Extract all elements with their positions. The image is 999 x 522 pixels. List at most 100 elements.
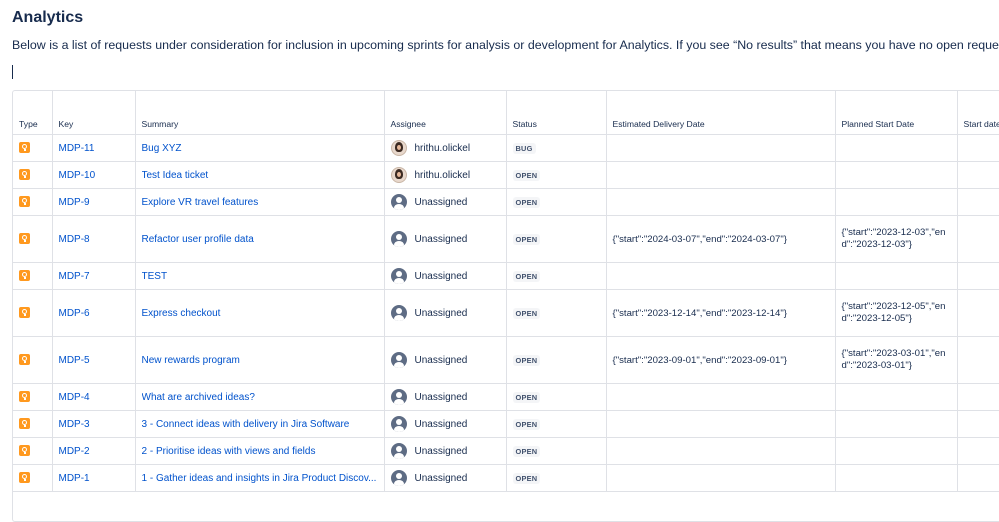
type-cell xyxy=(13,410,53,438)
table-row[interactable]: MDP-6 Express checkout Unassigned OPEN {"sta… xyxy=(13,289,999,337)
header-assignee[interactable]: Assignee xyxy=(384,91,507,135)
status-badge: OPEN xyxy=(512,418,541,430)
idea-lightbulb-icon[interactable] xyxy=(19,270,30,282)
issue-key-link[interactable]: MDP-1 xyxy=(59,473,129,484)
idea-lightbulb-icon[interactable] xyxy=(19,196,30,208)
summary-cell: Test Idea ticket xyxy=(135,161,385,189)
header-estimated-delivery-date[interactable]: Estimated Delivery Date xyxy=(606,91,836,135)
issue-summary-link[interactable]: Test Idea ticket xyxy=(142,170,378,181)
issue-key-link[interactable]: MDP-2 xyxy=(59,446,129,457)
status-badge: OPEN xyxy=(512,391,541,403)
assignee-name: hrithu.olickel xyxy=(414,169,471,181)
issue-summary-link[interactable]: Explore VR travel features xyxy=(142,197,378,208)
issue-summary-link[interactable]: Express checkout xyxy=(142,308,378,319)
status-badge: OPEN xyxy=(512,354,541,366)
planned-start-value: {"start":"2023-12-05","end":"2023-12-05"… xyxy=(841,300,946,325)
issue-key-link[interactable]: MDP-9 xyxy=(59,197,129,208)
idea-lightbulb-icon[interactable] xyxy=(19,391,30,403)
table-row[interactable]: MDP-4 What are archived ideas? Unassigned O… xyxy=(13,383,999,411)
assignee-name: Unassigned xyxy=(414,196,468,208)
idea-lightbulb-icon[interactable] xyxy=(19,169,30,181)
planned-start-cell xyxy=(835,464,958,492)
idea-lightbulb-icon[interactable] xyxy=(19,354,30,366)
assignee-name: Unassigned xyxy=(414,233,468,245)
avatar xyxy=(390,470,407,486)
table-row[interactable]: MDP-11 Bug XYZ hrithu.olickel BUG xyxy=(13,134,999,162)
idea-lightbulb-icon[interactable] xyxy=(19,445,30,457)
start-date-cell xyxy=(957,289,999,337)
table-row[interactable]: MDP-1 1 - Gather ideas and insights in Ji… xyxy=(13,464,999,492)
planned-start-cell xyxy=(835,188,958,216)
start-date-cell xyxy=(957,188,999,216)
issue-key-link[interactable]: MDP-8 xyxy=(59,234,129,245)
header-summary[interactable]: Summary xyxy=(135,91,385,135)
issue-key-link[interactable]: MDP-4 xyxy=(59,392,129,403)
idea-lightbulb-icon[interactable] xyxy=(19,472,30,484)
requests-table-container: Type Key Summary Assignee Status Estimat… xyxy=(12,90,999,522)
estimated-delivery-value: {"start":"2024-03-07","end":"2024-03-07"… xyxy=(612,233,787,245)
estimated-delivery-cell xyxy=(606,464,836,492)
summary-cell: 2 - Prioritise ideas with views and fiel… xyxy=(135,437,385,465)
issue-summary-link[interactable]: 3 - Connect ideas with delivery in Jira … xyxy=(142,419,378,430)
header-key[interactable]: Key xyxy=(52,91,136,135)
idea-lightbulb-icon[interactable] xyxy=(19,307,30,319)
status-cell: OPEN xyxy=(506,383,607,411)
issue-summary-link[interactable]: What are archived ideas? xyxy=(142,392,378,403)
summary-cell: TEST xyxy=(135,262,385,290)
issue-summary-link[interactable]: Refactor user profile data xyxy=(142,234,378,245)
type-cell xyxy=(13,437,53,465)
issue-key-link[interactable]: MDP-3 xyxy=(59,419,129,430)
table-row[interactable]: MDP-2 2 - Prioritise ideas with views and… xyxy=(13,437,999,465)
key-cell: MDP-7 xyxy=(52,262,136,290)
type-cell xyxy=(13,464,53,492)
assignee-cell: Unassigned xyxy=(384,289,507,337)
assignee-name: Unassigned xyxy=(414,307,468,319)
table-row[interactable]: MDP-8 Refactor user profile data Unassigne… xyxy=(13,215,999,263)
issue-key-link[interactable]: MDP-11 xyxy=(59,143,129,154)
planned-start-value: {"start":"2023-03-01","end":"2023-03-01"… xyxy=(841,347,946,372)
key-cell: MDP-4 xyxy=(52,383,136,411)
assignee-cell: hrithu.olickel xyxy=(384,161,507,189)
issue-key-link[interactable]: MDP-10 xyxy=(59,170,129,181)
issue-summary-link[interactable]: Bug XYZ xyxy=(142,143,378,154)
key-cell: MDP-2 xyxy=(52,437,136,465)
header-planned-start-date[interactable]: Planned Start Date xyxy=(835,91,958,135)
table-row[interactable]: MDP-9 Explore VR travel features Unassigne… xyxy=(13,188,999,216)
assignee-cell: Unassigned xyxy=(384,437,507,465)
issue-summary-link[interactable]: New rewards program xyxy=(142,355,378,366)
key-cell: MDP-10 xyxy=(52,161,136,189)
start-date-cell xyxy=(957,215,999,263)
issue-summary-link[interactable]: TEST xyxy=(142,271,378,282)
issue-summary-link[interactable]: 2 - Prioritise ideas with views and fiel… xyxy=(142,446,378,457)
header-start-date[interactable]: Start date xyxy=(957,91,999,135)
estimated-delivery-cell xyxy=(606,383,836,411)
header-status[interactable]: Status xyxy=(506,91,607,135)
table-row[interactable]: MDP-10 Test Idea ticket hrithu.olickel OPEN xyxy=(13,161,999,189)
header-type[interactable]: Type xyxy=(13,91,53,135)
start-date-cell xyxy=(957,410,999,438)
issue-key-link[interactable]: MDP-7 xyxy=(59,271,129,282)
estimated-delivery-value: {"start":"2023-12-14","end":"2023-12-14"… xyxy=(612,307,787,319)
avatar xyxy=(390,268,407,284)
avatar xyxy=(390,389,407,405)
planned-start-cell xyxy=(835,134,958,162)
issue-summary-link[interactable]: 1 - Gather ideas and insights in Jira Pr… xyxy=(142,473,378,484)
start-date-cell xyxy=(957,437,999,465)
avatar xyxy=(390,231,407,247)
idea-lightbulb-icon[interactable] xyxy=(19,418,30,430)
idea-lightbulb-icon[interactable] xyxy=(19,142,30,154)
estimated-delivery-cell xyxy=(606,262,836,290)
assignee-cell: Unassigned xyxy=(384,464,507,492)
table-row[interactable]: MDP-5 New rewards program Unassigned OPEN {"… xyxy=(13,336,999,384)
status-cell: OPEN xyxy=(506,188,607,216)
table-row[interactable]: MDP-3 3 - Connect ideas with delivery in … xyxy=(13,410,999,438)
assignee-cell: Unassigned xyxy=(384,336,507,384)
estimated-delivery-cell: {"start":"2024-03-07","end":"2024-03-07"… xyxy=(606,215,836,263)
issue-key-link[interactable]: MDP-5 xyxy=(59,355,129,366)
status-badge: OPEN xyxy=(512,196,541,208)
idea-lightbulb-icon[interactable] xyxy=(19,233,30,245)
issue-key-link[interactable]: MDP-6 xyxy=(59,308,129,319)
type-cell xyxy=(13,289,53,337)
table-row[interactable]: MDP-7 TEST Unassigned OPEN xyxy=(13,262,999,290)
estimated-delivery-value: {"start":"2023-09-01","end":"2023-09-01"… xyxy=(612,354,787,366)
